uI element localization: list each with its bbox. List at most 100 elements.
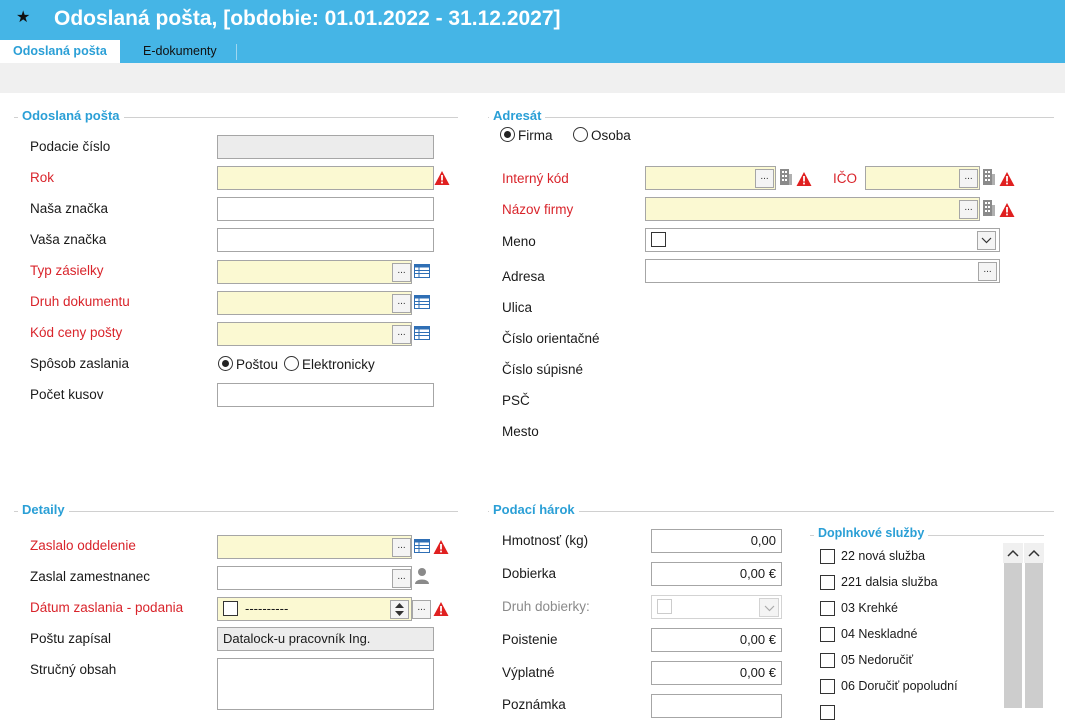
section-title-podaci-harok: Podací hárok bbox=[489, 502, 579, 517]
scroll-up-button[interactable] bbox=[1003, 543, 1023, 563]
sluzba-checkbox[interactable] bbox=[820, 575, 835, 590]
elektronicky-radio[interactable] bbox=[284, 356, 299, 371]
vyplatne-field[interactable]: 0,00 € bbox=[651, 661, 782, 685]
poznamka-field[interactable] bbox=[651, 694, 782, 718]
chevron-up-icon bbox=[1007, 549, 1019, 557]
chevron-down-icon bbox=[981, 237, 992, 244]
kod-ceny-field[interactable] bbox=[217, 322, 412, 346]
tab-divider bbox=[236, 44, 237, 60]
sluzba-label[interactable]: 221 dalsia služba bbox=[841, 575, 938, 589]
podacie-cislo-label: Podacie číslo bbox=[30, 139, 111, 154]
poznamka-label: Poznámka bbox=[502, 697, 566, 712]
section-divider bbox=[14, 511, 458, 512]
zaslal-zamestnanec-browse-button[interactable]: ... bbox=[392, 569, 411, 588]
sluzba-label[interactable]: 05 Nedoručiť bbox=[841, 653, 913, 667]
scrollbar-track[interactable] bbox=[1025, 543, 1043, 708]
section-title-odoslana-posta: Odoslaná pošta bbox=[18, 108, 124, 123]
postou-radio[interactable] bbox=[218, 356, 233, 371]
zaslal-zamestnanec-label: Zaslal zamestnanec bbox=[30, 569, 151, 584]
scrollbar-track[interactable] bbox=[1004, 543, 1022, 708]
table-icon[interactable] bbox=[414, 539, 430, 553]
spinner-arrows-icon bbox=[395, 603, 404, 616]
sluzba-label[interactable]: 22 nová služba bbox=[841, 549, 925, 563]
hmotnost-field[interactable]: 0,00 bbox=[651, 529, 782, 553]
druh-dobierky-checkbox bbox=[657, 599, 672, 614]
warning-icon bbox=[433, 540, 449, 554]
firma-radio[interactable] bbox=[500, 127, 515, 142]
building-icon[interactable] bbox=[982, 199, 996, 217]
ico-browse-button[interactable]: ... bbox=[959, 169, 978, 188]
sluzba-label[interactable]: 06 Doručiť popoludní bbox=[841, 679, 958, 693]
chevron-up-icon bbox=[1028, 549, 1040, 557]
datum-zaslania-field[interactable]: ---------- bbox=[217, 597, 412, 621]
sluzba-checkbox[interactable] bbox=[820, 601, 835, 616]
window-title: Odoslaná pošta, [obdobie: 01.01.2022 - 3… bbox=[54, 7, 561, 30]
table-icon[interactable] bbox=[414, 264, 430, 278]
typ-zasielky-field[interactable] bbox=[217, 260, 412, 284]
elektronicky-radio-label[interactable]: Elektronicky bbox=[302, 357, 375, 372]
cislo-orientacne-label: Číslo orientačné bbox=[502, 331, 600, 346]
nasa-znacka-field[interactable] bbox=[217, 197, 434, 221]
vyplatne-label: Výplatné bbox=[502, 665, 555, 680]
podacie-cislo-field[interactable] bbox=[217, 135, 434, 159]
nazov-firmy-browse-button[interactable]: ... bbox=[959, 200, 978, 219]
sluzba-checkbox[interactable] bbox=[820, 627, 835, 642]
building-icon[interactable] bbox=[779, 168, 793, 186]
pocet-kusov-field[interactable] bbox=[217, 383, 434, 407]
rok-label: Rok bbox=[30, 170, 55, 185]
mesto-label: Mesto bbox=[502, 424, 539, 439]
druh-dokumentu-field[interactable] bbox=[217, 291, 412, 315]
adresa-browse-button[interactable]: ... bbox=[978, 262, 997, 281]
osoba-radio[interactable] bbox=[573, 127, 588, 142]
pocet-kusov-label: Počet kusov bbox=[30, 387, 104, 402]
zaslalo-oddelenie-label: Zaslalo oddelenie bbox=[30, 538, 136, 553]
scroll-up-button[interactable] bbox=[1024, 543, 1044, 563]
table-icon[interactable] bbox=[414, 326, 430, 340]
nazov-firmy-field[interactable] bbox=[645, 197, 980, 221]
sluzba-label[interactable]: 03 Krehké bbox=[841, 601, 898, 615]
meno-select[interactable] bbox=[645, 228, 1000, 252]
osoba-radio-label[interactable]: Osoba bbox=[591, 128, 631, 143]
nasa-znacka-label: Naša značka bbox=[30, 201, 109, 216]
section-title-doplnkove-sluzby: Doplnkové služby bbox=[814, 526, 929, 540]
psc-label: PSČ bbox=[502, 393, 530, 408]
sluzba-label[interactable]: 04 Neskladné bbox=[841, 627, 917, 641]
meno-checkbox[interactable] bbox=[651, 232, 666, 247]
zaslal-zamestnanec-field[interactable] bbox=[217, 566, 412, 590]
table-icon[interactable] bbox=[414, 295, 430, 309]
warning-icon bbox=[433, 602, 449, 616]
section-title-adresat: Adresát bbox=[489, 108, 546, 123]
postou-radio-label[interactable]: Poštou bbox=[236, 357, 278, 372]
person-icon[interactable] bbox=[414, 567, 430, 585]
druh-dobierky-dropdown-button bbox=[759, 598, 779, 617]
rok-field[interactable] bbox=[217, 166, 434, 190]
star-icon[interactable]: ★ bbox=[16, 7, 30, 27]
typ-zasielky-browse-button[interactable]: ... bbox=[392, 263, 411, 282]
vasa-znacka-field[interactable] bbox=[217, 228, 434, 252]
building-icon[interactable] bbox=[982, 168, 996, 186]
dobierka-field[interactable]: 0,00 € bbox=[651, 562, 782, 586]
sluzba-checkbox[interactable] bbox=[820, 705, 835, 720]
interny-kod-browse-button[interactable]: ... bbox=[755, 169, 774, 188]
druh-dokumentu-browse-button[interactable]: ... bbox=[392, 294, 411, 313]
datum-spinner[interactable] bbox=[390, 600, 409, 619]
firma-radio-label[interactable]: Firma bbox=[518, 128, 553, 143]
datum-zaslania-checkbox[interactable] bbox=[223, 601, 238, 616]
sluzba-checkbox[interactable] bbox=[820, 549, 835, 564]
zaslalo-oddelenie-browse-button[interactable]: ... bbox=[392, 538, 411, 557]
datum-zaslania-browse-button[interactable]: ... bbox=[412, 600, 431, 619]
meno-label: Meno bbox=[502, 234, 536, 249]
adresa-field[interactable] bbox=[645, 259, 1000, 283]
sluzba-checkbox[interactable] bbox=[820, 679, 835, 694]
meno-dropdown-button[interactable] bbox=[977, 231, 996, 250]
sluzba-checkbox[interactable] bbox=[820, 653, 835, 668]
poistenie-field[interactable]: 0,00 € bbox=[651, 628, 782, 652]
postu-zapisal-label: Poštu zapísal bbox=[30, 631, 112, 646]
strucny-obsah-textarea[interactable] bbox=[217, 658, 434, 710]
kod-ceny-browse-button[interactable]: ... bbox=[392, 325, 411, 344]
poistenie-label: Poistenie bbox=[502, 632, 558, 647]
tab-odoslana-posta[interactable]: Odoslaná pošta bbox=[0, 40, 120, 63]
tab-e-dokumenty[interactable]: E-dokumenty bbox=[130, 40, 230, 63]
cislo-supisne-label: Číslo súpisné bbox=[502, 362, 584, 377]
zaslalo-oddelenie-field[interactable] bbox=[217, 535, 412, 559]
